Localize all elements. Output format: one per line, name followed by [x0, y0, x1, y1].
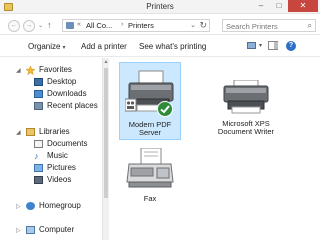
see-whats-printing-button[interactable]: See what's printing	[139, 42, 206, 51]
documents-icon	[34, 140, 43, 148]
navigation-pane: ◢ Favorites Desktop Downloads Recent pla…	[0, 58, 108, 240]
overflow-chevron-icon[interactable]: «	[77, 21, 81, 28]
expand-chevron-icon[interactable]: ▷	[16, 227, 21, 234]
nav-videos[interactable]: Videos	[34, 175, 96, 186]
organize-menu[interactable]: Organize ▾	[28, 42, 65, 51]
pictures-icon	[34, 164, 43, 172]
nav-documents[interactable]: Documents	[34, 139, 96, 150]
back-button[interactable]: ←	[8, 20, 20, 32]
computer-icon	[26, 226, 35, 234]
devices-view: Modern PDF Server Microsoft XPS Document…	[110, 58, 320, 240]
address-bar[interactable]: « All Co... › Printers ⌄ ↻	[62, 19, 210, 32]
up-button[interactable]: ↑	[47, 20, 52, 30]
nav-downloads[interactable]: Downloads	[34, 89, 96, 100]
nav-music[interactable]: ♪ Music	[34, 151, 96, 162]
preview-pane-icon[interactable]	[268, 41, 278, 50]
caret-down-icon: ▾	[62, 45, 66, 51]
nav-videos-label: Videos	[47, 175, 72, 184]
nav-homegroup[interactable]: Homegroup	[26, 201, 96, 212]
nav-downloads-label: Downloads	[47, 89, 87, 98]
nav-libraries-label: Libraries	[39, 127, 70, 136]
nav-computer-label: Computer	[39, 225, 75, 234]
control-panel-icon	[66, 22, 74, 29]
nav-favorites-label: Favorites	[39, 65, 72, 74]
expand-chevron-icon[interactable]: ▷	[16, 203, 21, 210]
add-printer-button[interactable]: Add a printer	[81, 42, 127, 51]
address-row: ← → ⌄ ↑ « All Co... › Printers ⌄ ↻ ⌕	[0, 15, 320, 35]
scrollbar-thumb[interactable]	[104, 68, 108, 198]
fax-icon	[126, 148, 174, 188]
homegroup-icon	[26, 202, 35, 210]
forward-button[interactable]: →	[23, 20, 35, 32]
default-printer-check-icon	[157, 101, 173, 117]
device-tile-fax[interactable]: Fax	[119, 144, 181, 210]
device-tile-microsoft-xps-document-writer[interactable]: Microsoft XPS Document Writer	[208, 62, 284, 140]
nav-computer[interactable]: Computer	[26, 225, 96, 236]
nav-recent-places[interactable]: Recent places	[34, 101, 100, 112]
command-bar: Organize ▾ Add a printer See what's print…	[0, 36, 320, 57]
nav-documents-label: Documents	[47, 139, 88, 148]
device-name-line: Fax	[143, 194, 157, 203]
breadcrumb-separator-icon[interactable]: ›	[121, 21, 123, 28]
desktop-icon	[34, 78, 43, 86]
collapse-chevron-icon[interactable]: ◢	[16, 67, 21, 74]
nav-desktop[interactable]: Desktop	[34, 77, 96, 88]
help-icon[interactable]: ?	[286, 41, 296, 51]
close-button[interactable]: ✕	[288, 0, 318, 12]
nav-favorites[interactable]: Favorites	[25, 65, 96, 76]
collapse-chevron-icon[interactable]: ◢	[16, 129, 21, 136]
scroll-up-icon[interactable]: ▲	[103, 59, 109, 65]
nav-pictures[interactable]: Pictures	[34, 163, 96, 174]
star-icon	[25, 65, 36, 76]
view-options-caret-icon[interactable]: ▾	[259, 42, 262, 49]
maximize-button[interactable]: □	[270, 0, 288, 12]
nav-music-label: Music	[47, 151, 68, 160]
minimize-button[interactable]: –	[252, 0, 270, 12]
title-bar: Printers – □ ✕	[0, 0, 320, 14]
search-box[interactable]: ⌕	[222, 19, 316, 32]
nav-pictures-label: Pictures	[47, 163, 76, 172]
device-name-line: Document Writer	[217, 127, 275, 136]
nav-libraries[interactable]: Libraries	[26, 127, 96, 138]
refresh-icon[interactable]: ↻	[199, 20, 207, 31]
recent-places-icon	[34, 102, 43, 110]
nav-desktop-label: Desktop	[47, 77, 77, 86]
nav-homegroup-label: Homegroup	[39, 201, 81, 210]
device-tile-modern-pdf-server[interactable]: Modern PDF Server	[119, 62, 181, 140]
device-name-line: Server	[138, 128, 162, 137]
address-dropdown-icon[interactable]: ⌄	[190, 21, 196, 29]
navigation-scrollbar[interactable]: ▲	[102, 58, 109, 240]
libraries-icon	[26, 128, 35, 136]
organize-label: Organize	[28, 42, 61, 51]
music-icon: ♪	[34, 151, 39, 161]
change-view-icon[interactable]	[247, 42, 256, 49]
recent-locations-chevron-icon[interactable]: ⌄	[38, 22, 43, 29]
downloads-icon	[34, 90, 43, 98]
breadcrumb-printers[interactable]: Printers	[128, 21, 154, 30]
nav-recent-places-label: Recent places	[47, 101, 98, 110]
printer-icon	[223, 80, 269, 114]
search-input[interactable]	[226, 21, 302, 31]
videos-icon	[34, 176, 43, 184]
search-icon[interactable]: ⌕	[308, 21, 312, 31]
breadcrumb-all-control-panel[interactable]: All Co...	[86, 21, 112, 30]
